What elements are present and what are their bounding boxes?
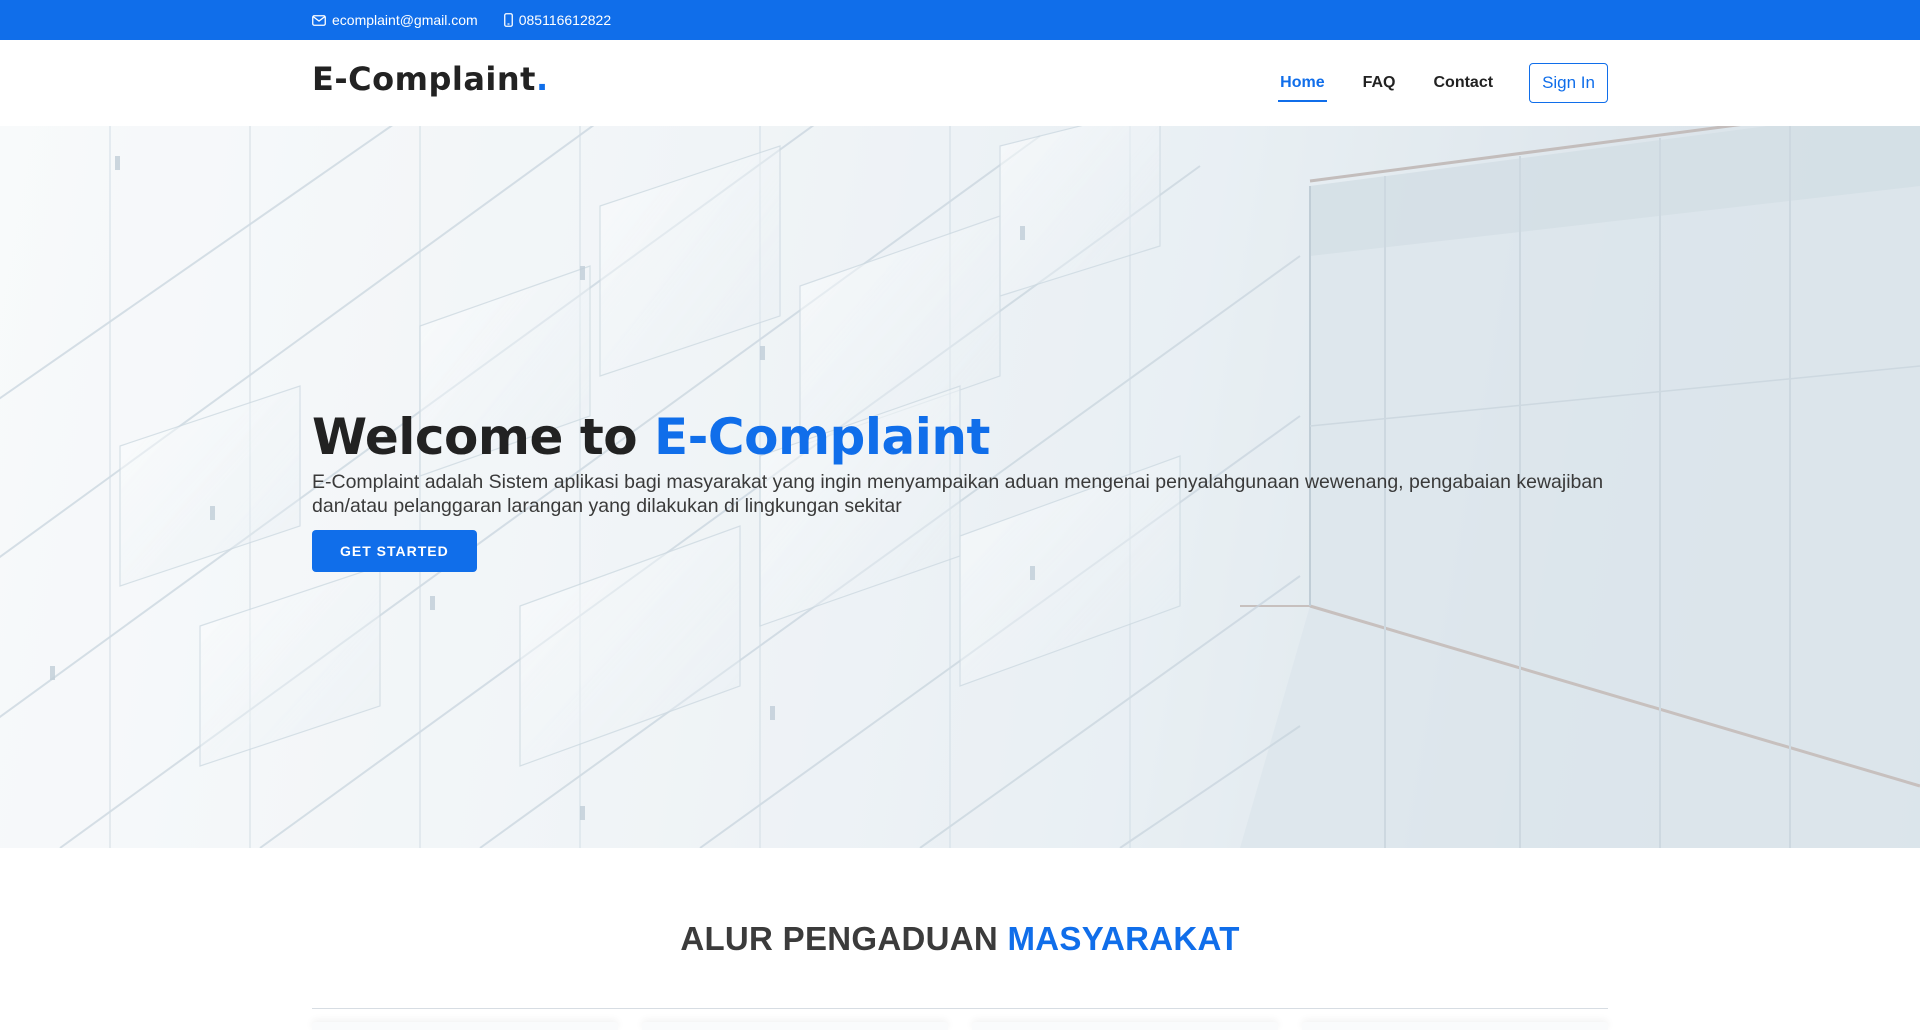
section-title-prefix: ALUR PENGADUAN — [680, 920, 999, 957]
email-contact[interactable]: ecomplaint@gmail.com — [312, 12, 478, 28]
get-started-button[interactable]: GET STARTED — [312, 530, 477, 572]
nav-contact[interactable]: Contact — [1432, 70, 1496, 96]
step-card — [1302, 1022, 1608, 1030]
section-title-accent: MASYARAKAT — [1007, 920, 1240, 957]
section-title: ALUR PENGADUAN MASYARAKAT — [0, 920, 1920, 958]
main-nav: Home FAQ Contact Sign In — [1244, 40, 1608, 126]
hero-title-prefix: Welcome to — [312, 408, 638, 466]
step-card — [972, 1022, 1278, 1030]
phone-icon — [503, 13, 513, 27]
nav-home[interactable]: Home — [1278, 70, 1328, 102]
sign-in-button[interactable]: Sign In — [1529, 63, 1608, 103]
site-header: E-Complaint. Home FAQ Contact Sign In — [0, 40, 1920, 126]
section-divider — [312, 1008, 1608, 1009]
logo-dot: . — [535, 60, 549, 98]
nav-faq[interactable]: FAQ — [1361, 70, 1398, 96]
hero-section: Welcome to E-Complaint E-Complaint adala… — [0, 126, 1920, 848]
email-text: ecomplaint@gmail.com — [332, 12, 478, 28]
step-cards-row — [312, 1022, 1608, 1030]
logo-text: E-Complaint — [312, 60, 536, 98]
hero-description: E-Complaint adalah Sistem aplikasi bagi … — [312, 471, 1604, 517]
phone-text: 085116612822 — [518, 12, 612, 28]
step-card — [312, 1022, 618, 1030]
hero-title-accent: E-Complaint — [654, 408, 990, 466]
envelope-icon — [312, 14, 326, 26]
step-card — [642, 1022, 948, 1030]
hero-content: Welcome to E-Complaint E-Complaint adala… — [312, 408, 1612, 572]
phone-contact[interactable]: 085116612822 — [503, 12, 612, 28]
top-contact-bar: ecomplaint@gmail.com 085116612822 — [0, 0, 1920, 40]
hero-title: Welcome to E-Complaint — [312, 408, 1612, 466]
site-logo[interactable]: E-Complaint. — [312, 60, 549, 98]
